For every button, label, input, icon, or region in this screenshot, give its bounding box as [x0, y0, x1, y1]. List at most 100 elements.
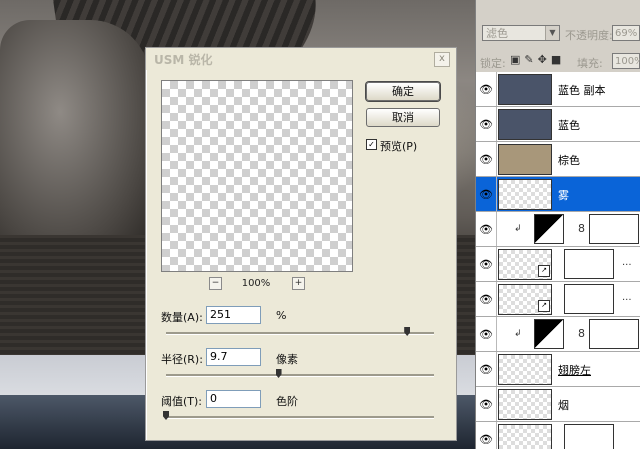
chevron-down-icon[interactable]: ▼: [545, 26, 559, 40]
eye-icon[interactable]: 👁: [479, 258, 493, 271]
layer-name: 翅膀左: [558, 364, 591, 377]
layer-row[interactable]: 👁 ↗ ...: [476, 247, 640, 282]
usm-sharpen-dialog: USM 锐化 x − 100% + 确定 取消 ✓ 预览(P) 数量(A): 2…: [145, 47, 457, 441]
layer-mask-thumbnail[interactable]: [589, 214, 639, 244]
opacity-input[interactable]: 69%: [612, 25, 640, 41]
eye-icon[interactable]: 👁: [479, 153, 493, 166]
smart-object-icon: ↗: [538, 265, 550, 277]
visibility-column: 👁: [476, 177, 497, 211]
adjustment-layer-icon: [534, 214, 564, 244]
layer-thumbnail: [498, 74, 552, 105]
amount-label: 数量(A):: [161, 311, 203, 324]
visibility-column: 👁: [476, 352, 497, 386]
layer-row[interactable]: 👁 烟: [476, 387, 640, 422]
link-chain-icon[interactable]: 8: [578, 327, 585, 340]
lock-transparency-icon[interactable]: ▣: [510, 53, 524, 66]
blend-mode-select[interactable]: 滤色 ▼: [482, 25, 560, 41]
layer-thumbnail: [498, 179, 552, 210]
layer-mask-thumbnail[interactable]: [589, 319, 639, 349]
ok-button[interactable]: 确定: [366, 82, 440, 101]
lock-options: ▣✎✥■: [510, 53, 565, 66]
visibility-column: 👁: [476, 72, 497, 106]
preview-label: 预览(P): [380, 140, 418, 153]
layer-row[interactable]: 👁 棕色: [476, 142, 640, 177]
lock-label: 锁定:: [480, 57, 506, 70]
eye-icon[interactable]: 👁: [479, 293, 493, 306]
clip-arrow-icon: ↲: [514, 329, 522, 339]
visibility-column: 👁: [476, 317, 497, 351]
fill-input[interactable]: 100%: [612, 53, 640, 69]
layer-thumbnail: [498, 354, 552, 385]
eye-icon[interactable]: 👁: [479, 328, 493, 341]
adjustment-layer-icon: [534, 319, 564, 349]
layer-mask-thumbnail[interactable]: [564, 284, 614, 314]
lock-move-icon[interactable]: ✥: [538, 53, 551, 66]
layer-thumbnail: [498, 389, 552, 420]
radius-slider-track[interactable]: [166, 374, 434, 377]
visibility-column: 👁: [476, 107, 497, 141]
lock-paint-icon[interactable]: ✎: [524, 53, 537, 66]
layer-name: 烟: [558, 399, 569, 412]
layer-name: 蓝色 副本: [558, 84, 606, 97]
amount-slider-track[interactable]: [166, 332, 434, 335]
layers-panel-header: 滤色 ▼ 不透明度: 69% 锁定: ▣✎✥■ 填充: 100%: [476, 0, 640, 70]
layer-row[interactable]: 👁 ↗ ...: [476, 282, 640, 317]
dialog-title-bar[interactable]: USM 锐化 x: [146, 48, 456, 70]
cancel-button[interactable]: 取消: [366, 108, 440, 127]
threshold-unit: 色阶: [276, 395, 298, 408]
clip-arrow-icon: ↲: [514, 224, 522, 234]
blend-mode-value: 滤色: [486, 27, 508, 40]
preview-area[interactable]: [161, 80, 353, 272]
layer-thumbnail: [498, 109, 552, 140]
layer-row[interactable]: 👁 蓝色: [476, 107, 640, 142]
truncated-layer-name: ...: [622, 257, 632, 268]
dialog-title: USM 锐化: [154, 53, 213, 67]
link-chain-icon[interactable]: 8: [578, 222, 585, 235]
threshold-input[interactable]: 0: [206, 390, 261, 408]
layer-name: 蓝色: [558, 119, 580, 132]
amount-unit: %: [276, 309, 287, 322]
threshold-label: 阈值(T):: [161, 395, 203, 408]
threshold-slider-track[interactable]: [166, 416, 434, 419]
zoom-level: 100%: [241, 278, 271, 289]
layer-mask-thumbnail[interactable]: [564, 424, 614, 449]
zoom-out-button[interactable]: −: [209, 277, 222, 290]
radius-unit: 像素: [276, 353, 298, 366]
visibility-column: 👁: [476, 387, 497, 421]
layer-thumbnail: [498, 424, 552, 449]
layer-row[interactable]: 👁 ↲ 8: [476, 317, 640, 352]
elephant-image: [0, 20, 150, 250]
threshold-control: 阈值(T): 0 色阶: [161, 390, 441, 430]
amount-input[interactable]: 251: [206, 306, 261, 324]
layer-row[interactable]: 👁 蓝色 副本: [476, 72, 640, 107]
layer-row[interactable]: 👁 翅膀左: [476, 352, 640, 387]
visibility-column: 👁: [476, 282, 497, 316]
eye-icon[interactable]: 👁: [479, 188, 493, 201]
eye-icon[interactable]: 👁: [479, 118, 493, 131]
visibility-column: 👁: [476, 212, 497, 246]
eye-icon[interactable]: 👁: [479, 433, 493, 446]
radius-label: 半径(R):: [161, 353, 203, 366]
checkbox-checked-icon[interactable]: ✓: [366, 139, 377, 150]
radius-input[interactable]: 9.7: [206, 348, 261, 366]
eye-icon[interactable]: 👁: [479, 363, 493, 376]
visibility-column: 👁: [476, 422, 497, 449]
layer-row-selected[interactable]: 👁 雾: [476, 177, 640, 212]
layer-mask-thumbnail[interactable]: [564, 249, 614, 279]
lock-all-icon[interactable]: ■: [551, 53, 565, 66]
amount-control: 数量(A): 251 %: [161, 306, 441, 346]
layer-thumbnail: [498, 144, 552, 175]
fill-label: 填充:: [577, 57, 603, 70]
eye-icon[interactable]: 👁: [479, 398, 493, 411]
zoom-in-button[interactable]: +: [292, 277, 305, 290]
smart-object-icon: ↗: [538, 300, 550, 312]
layer-row[interactable]: 👁: [476, 422, 640, 449]
visibility-column: 👁: [476, 247, 497, 281]
opacity-label: 不透明度:: [565, 29, 613, 42]
eye-icon[interactable]: 👁: [479, 223, 493, 236]
layer-name: 棕色: [558, 154, 580, 167]
eye-icon[interactable]: 👁: [479, 83, 493, 96]
layer-row[interactable]: 👁 ↲ 8: [476, 212, 640, 247]
close-button[interactable]: x: [434, 52, 450, 67]
radius-control: 半径(R): 9.7 像素: [161, 348, 441, 388]
